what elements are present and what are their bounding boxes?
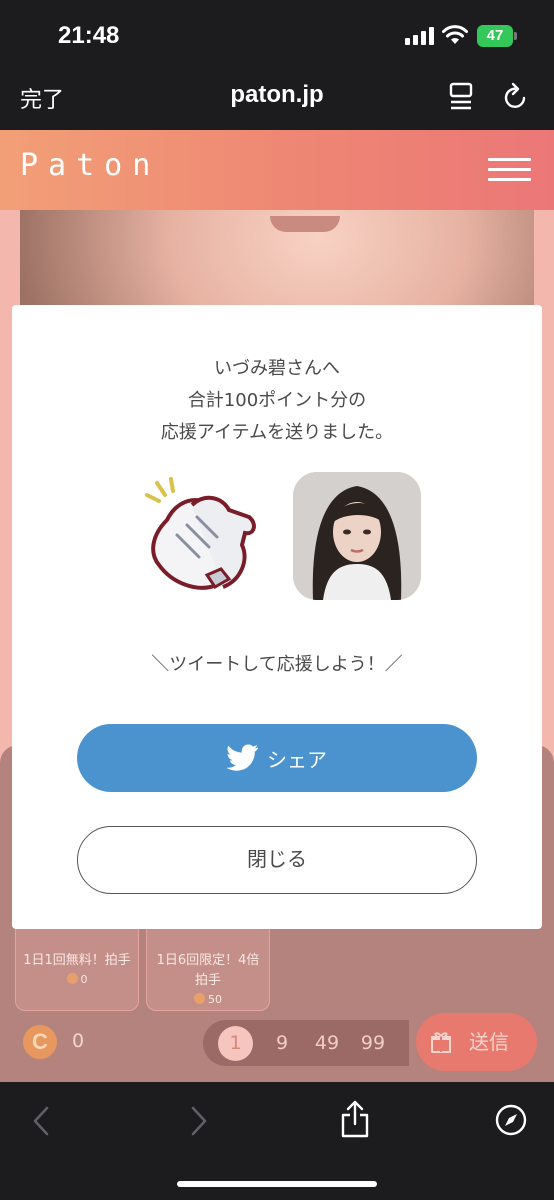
avatar [293,472,421,600]
message-line: いづみ碧さんへ [214,358,340,379]
twitter-bird-icon [227,744,258,771]
forward-arrow-icon[interactable] [190,1106,208,1136]
status-time: 21:48 [58,22,120,49]
photo-detail [270,216,340,232]
message-line: 応援アイテムを送りました。 [160,422,394,443]
gift-icon [431,1032,451,1053]
battery-icon: 47 [477,25,517,47]
share-twitter-button[interactable]: シェア [77,724,477,792]
multiplier-option-99[interactable]: 99 [348,1029,398,1057]
site-header: Paton [0,130,554,210]
coin-icon: C [23,1025,57,1059]
item-card-4x-clap[interactable]: 1日6回限定！4倍拍手 50 [146,925,270,1011]
compass-icon[interactable] [495,1104,527,1136]
coin-icon [66,973,78,984]
signal-icon [405,27,434,45]
item-name: 1日1回無料！拍手 [23,953,131,968]
site-logo[interactable]: Paton [20,148,160,183]
share-label: シェア [267,747,327,772]
browser-bar: 完了 paton.jp [0,68,554,130]
item-price: 50 [147,993,269,1006]
send-label: 送信 [469,1030,509,1054]
reload-icon[interactable] [503,82,529,110]
multiplier-selector: 1 9 49 99 [203,1020,409,1066]
clap-icon [145,477,256,590]
sent-message: いづみ碧さんへ 合計100ポイント分の 応援アイテムを送りました。 [12,353,542,449]
reader-icon[interactable] [449,82,473,110]
avatar-portrait [293,472,421,600]
item-card-free-clap[interactable]: 1日1回無料！拍手 0 [15,925,139,1011]
back-arrow-icon[interactable] [32,1106,50,1136]
message-line: 合計100ポイント分の [187,390,367,411]
coin-icon [194,993,205,1004]
send-button[interactable]: 送信 [416,1013,537,1071]
share-icon[interactable] [340,1100,370,1138]
wifi-icon [442,25,468,44]
multiplier-option-1[interactable]: 1 [218,1026,253,1061]
hamburger-icon[interactable] [488,158,531,182]
multiplier-option-9[interactable]: 9 [257,1029,307,1057]
home-indicator [177,1181,377,1187]
support-sent-modal: いづみ碧さんへ 合計100ポイント分の 応援アイテムを送りました。 ＼ツイートし… [12,305,542,929]
coin-balance: 0 [72,1030,85,1052]
close-button[interactable]: 閉じる [77,826,477,894]
multiplier-option-49[interactable]: 49 [302,1029,352,1057]
item-price: 0 [16,973,138,986]
tweet-prompt: ＼ツイートして応援しよう！／ [151,654,403,675]
item-name: 1日6回限定！4倍拍手 [156,953,260,988]
status-bar: 21:48 47 [0,0,554,68]
